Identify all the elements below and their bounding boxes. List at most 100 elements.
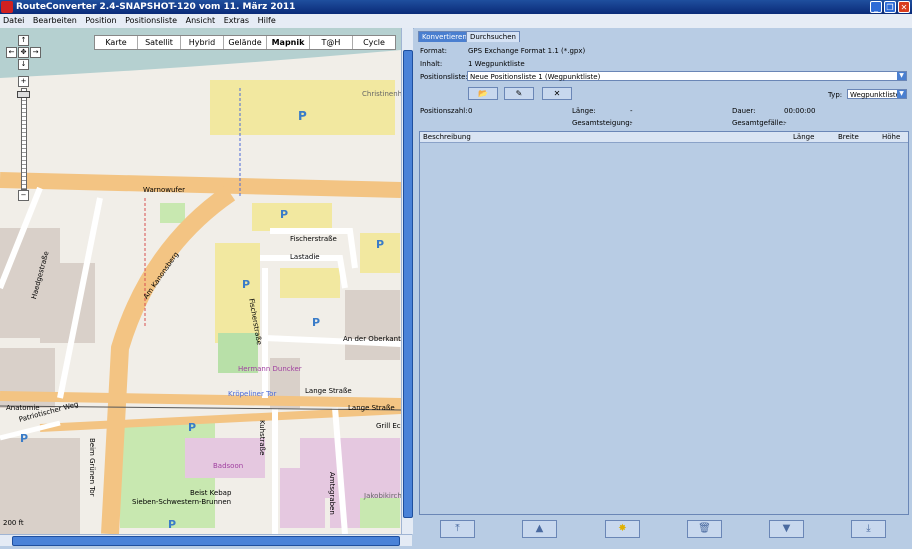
delete-position-button[interactable]: 🗑	[687, 520, 722, 538]
type-select[interactable]: Wegpunktliste ▼	[847, 89, 907, 99]
tab-durchsuchen[interactable]: Durchsuchen	[466, 31, 520, 42]
content-value: 1 Wegpunktliste	[468, 60, 525, 68]
duration-value: 00:00:00	[784, 107, 816, 115]
zoom-slider-track[interactable]	[21, 88, 27, 190]
svg-text:P: P	[298, 109, 307, 123]
window-title: RouteConverter 2.4-SNAPSHOT-120 vom 11. …	[16, 2, 296, 12]
map-type-mapnik[interactable]: Mapnik	[267, 36, 310, 49]
map-type-gelaende[interactable]: Gelände	[224, 36, 267, 49]
arrow-to-top-icon: ⤒	[455, 523, 460, 534]
arrow-to-bottom-icon: ⤓	[866, 523, 871, 534]
map-label-gruenes-tor: Beim Grünen Tor	[88, 438, 96, 497]
new-list-button[interactable]: 📂	[468, 87, 498, 100]
menu-file[interactable]: Datei	[0, 14, 27, 28]
positions-table[interactable]: Beschreibung Länge Breite Höhe	[419, 131, 909, 515]
map-type-cycle[interactable]: Cycle	[353, 36, 395, 49]
svg-text:P: P	[242, 278, 250, 291]
map-type-satellit[interactable]: Satellit	[138, 36, 181, 49]
map-label-oberkante: An der Oberkante	[343, 335, 401, 343]
map-label-duncker: Hermann Duncker	[238, 365, 302, 373]
map-vertical-scroll-thumb[interactable]	[403, 50, 413, 518]
map-label-brunnen: Sieben-Schwestern-Brunnen	[132, 498, 232, 506]
maximize-button[interactable]: ❐	[884, 1, 896, 13]
length-value: -	[630, 107, 633, 115]
svg-text:P: P	[188, 421, 196, 434]
pan-down-icon[interactable]: ↓	[18, 59, 29, 70]
type-label: Typ:	[828, 91, 843, 99]
positionlist-label: Positionsliste:	[420, 73, 468, 81]
descent-value: -	[784, 119, 787, 127]
format-value: GPS Exchange Format 1.1 (*.gpx)	[468, 47, 586, 55]
map-label-anatomie: Anatomie	[6, 404, 40, 412]
type-select-value: Wegpunktliste	[850, 91, 900, 99]
close-icon: ✕	[553, 89, 561, 98]
column-latitude[interactable]: Breite	[838, 132, 859, 142]
svg-text:P: P	[280, 208, 288, 221]
map-type-hybrid[interactable]: Hybrid	[181, 36, 224, 49]
chevron-down-icon[interactable]: ▼	[897, 90, 906, 98]
count-value: 0	[468, 107, 473, 115]
map-scale: 200 ft	[3, 519, 24, 527]
duration-label: Dauer:	[732, 107, 756, 115]
descent-label: Gesamtgefälle:	[732, 119, 786, 127]
menu-bar: Datei Bearbeiten Position Positionsliste…	[0, 14, 912, 29]
zoom-slider-handle[interactable]	[17, 91, 30, 98]
menu-view[interactable]: Ansicht	[183, 14, 219, 28]
rename-list-button[interactable]: ✎	[504, 87, 534, 100]
map-horizontal-scrollbar[interactable]	[0, 534, 412, 546]
positionlist-select[interactable]: Neue Positionsliste 1 (Wegpunktliste) ▼	[467, 71, 907, 81]
menu-help[interactable]: Hilfe	[255, 14, 279, 28]
map-horizontal-scroll-thumb[interactable]	[12, 536, 400, 546]
svg-text:P: P	[312, 316, 320, 329]
map-label-kuhstrasse: Kuhstraße	[258, 420, 266, 456]
format-label: Format:	[420, 47, 448, 55]
menu-position[interactable]: Position	[82, 14, 119, 28]
chevron-down-icon[interactable]: ▼	[897, 72, 906, 80]
map-label-christinenhafen: Christinenhafen	[362, 90, 401, 98]
app-icon	[1, 1, 13, 13]
column-length[interactable]: Länge	[793, 132, 814, 142]
zoom-in-icon[interactable]: +	[18, 76, 29, 87]
ascent-label: Gesamtsteigung:	[572, 119, 632, 127]
tab-konvertieren[interactable]: Konvertieren	[418, 31, 471, 42]
map-label-kroepeliner-tor: Kröpeliner Tor	[228, 390, 277, 398]
zoom-out-icon[interactable]: −	[18, 190, 29, 201]
minimize-button[interactable]: _	[870, 1, 882, 13]
map-label-amtsgraben: Amtsgraben	[328, 472, 336, 515]
map-type-karte[interactable]: Karte	[95, 36, 138, 49]
map-label-warnowufer: Warnowufer	[143, 186, 186, 194]
arrow-down-icon: ▼	[782, 523, 791, 534]
map-label-lange-strasse-2: Lange Straße	[348, 404, 395, 412]
ascent-value: -	[630, 119, 633, 127]
map-type-selector: Karte Satellit Hybrid Gelände Mapnik T@H…	[94, 35, 396, 50]
map-type-tah[interactable]: T@H	[310, 36, 353, 49]
move-to-top-button[interactable]: ⤒	[440, 520, 475, 538]
map-label-lastadie: Lastadie	[290, 253, 320, 261]
positionlist-select-value: Neue Positionsliste 1 (Wegpunktliste)	[470, 73, 601, 81]
map-label-badsoon: Badsoon	[213, 462, 244, 470]
map-view[interactable]: P P P P P P P P Warnowufer Fischerstraße…	[0, 28, 401, 534]
svg-text:P: P	[20, 432, 28, 445]
map-label-fischerstrasse: Fischerstraße	[290, 235, 337, 243]
add-position-button[interactable]: ✸	[605, 520, 640, 538]
pan-center-icon[interactable]: ✥	[18, 47, 29, 58]
column-altitude[interactable]: Höhe	[882, 132, 900, 142]
close-button[interactable]: ✕	[898, 1, 910, 13]
pan-left-icon[interactable]: ←	[6, 47, 17, 58]
menu-edit[interactable]: Bearbeiten	[30, 14, 80, 28]
pan-up-icon[interactable]: ↑	[18, 35, 29, 46]
pan-right-icon[interactable]: →	[30, 47, 41, 58]
column-description[interactable]: Beschreibung	[423, 132, 471, 142]
map-vertical-scrollbar[interactable]	[401, 28, 413, 534]
move-to-bottom-button[interactable]: ⤓	[851, 520, 886, 538]
map-label-grill-eck: Grill Eck	[376, 422, 401, 430]
move-up-button[interactable]: ▲	[522, 520, 557, 538]
svg-text:P: P	[376, 238, 384, 251]
move-down-button[interactable]: ▼	[769, 520, 804, 538]
menu-positionlist[interactable]: Positionsliste	[122, 14, 180, 28]
delete-list-button[interactable]: ✕	[542, 87, 572, 100]
menu-extras[interactable]: Extras	[221, 14, 252, 28]
content-label: Inhalt:	[420, 60, 443, 68]
map-label-jakobikirchplatz: Jakobikirchplatz	[364, 492, 401, 500]
map-label-kebap: Beist Kebap	[190, 489, 232, 497]
